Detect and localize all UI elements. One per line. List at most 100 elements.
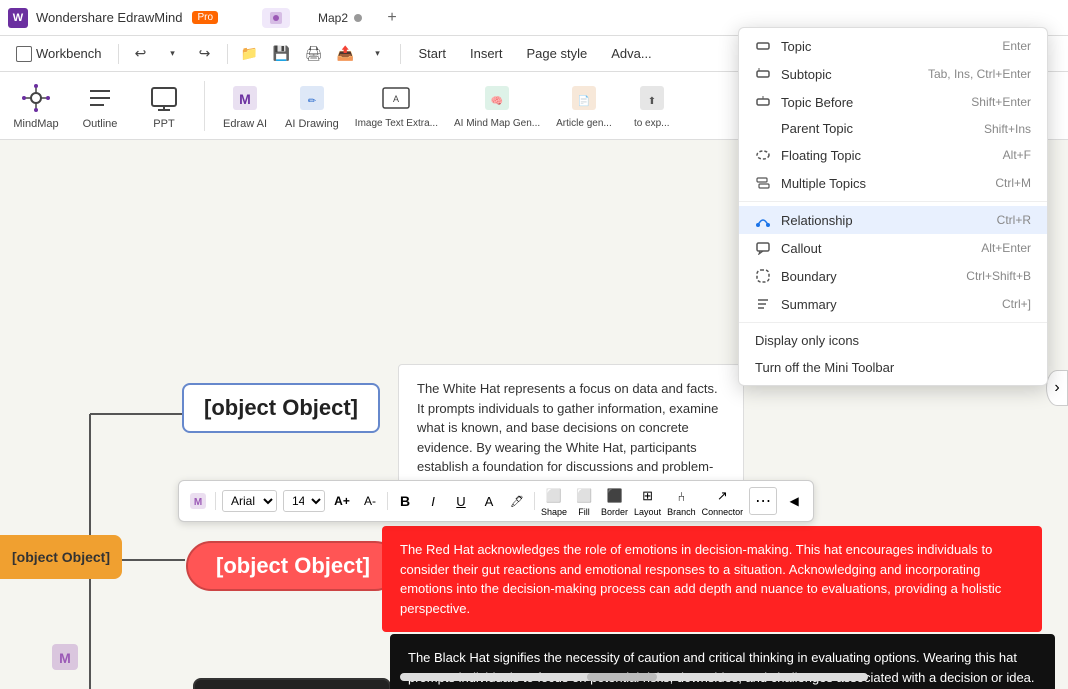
font-size-decrease-icon[interactable]: A- [359, 490, 381, 512]
relationship-label: Relationship [781, 213, 987, 228]
font-size-select[interactable]: 14 [283, 490, 325, 512]
red-hat-info-text: The Red Hat acknowledges the role of emo… [400, 542, 1001, 616]
save-button[interactable]: 💾 [268, 40, 296, 68]
black-hat-node[interactable]: [object Object] [193, 678, 391, 689]
shape-tool[interactable]: ⬜ Shape [541, 485, 567, 517]
connector-tool[interactable]: ↗ Connector [702, 485, 744, 517]
undo-button[interactable]: ↩ [127, 40, 155, 68]
print-preview-button[interactable]: 🖨 [300, 40, 328, 68]
collapse-mini-toolbar-button[interactable]: ◀ [783, 490, 805, 512]
generate-icon[interactable]: M [187, 490, 209, 512]
svg-text:🧠: 🧠 [491, 95, 503, 107]
edraw-ai-label: Edraw AI [223, 118, 267, 130]
ai-drawing-tool[interactable]: ✏ AI Drawing [285, 82, 339, 130]
article-gen-tool[interactable]: 📄 Article gen... [556, 82, 612, 129]
technique-node[interactable]: [object Object] [0, 535, 122, 579]
subtopic-shortcut: Tab, Ins, Ctrl+Enter [928, 67, 1031, 81]
mini-sep-2 [387, 492, 388, 510]
logo-letter: W [13, 12, 23, 24]
right-panel-expand-button[interactable]: › [1046, 370, 1068, 406]
page-style-menu-item[interactable]: Page style [517, 42, 598, 65]
svg-text:A: A [393, 94, 399, 104]
parent-topic-label: Parent Topic [781, 121, 974, 136]
display-only-icons-label: Display only icons [755, 333, 859, 348]
ai-drawing-icon: ✏ [296, 82, 328, 114]
more-options-button[interactable]: ⋯ [749, 487, 777, 515]
multiple-topics-menu-item[interactable]: Multiple Topics Ctrl+M [739, 169, 1047, 197]
callout-menu-item[interactable]: Callout Alt+Enter [739, 234, 1047, 262]
undo-dropdown-button[interactable]: ▾ [159, 40, 187, 68]
redo-button[interactable]: ↪ [191, 40, 219, 68]
start-menu-item[interactable]: Start [409, 42, 456, 65]
ppt-tool[interactable]: PPT [140, 82, 188, 130]
ai-drawing-label: AI Drawing [285, 118, 339, 130]
ai-mindmap-gen-tool[interactable]: 🧠 AI Mind Map Gen... [454, 82, 540, 129]
layout-tool[interactable]: ⊞ Layout [634, 485, 661, 517]
insert-menu-item[interactable]: Insert [460, 42, 513, 65]
folder-button[interactable]: 📁 [236, 40, 264, 68]
subtopic-icon [755, 66, 771, 82]
border-tool[interactable]: ⬛ Border [601, 485, 628, 517]
subtopic-menu-item[interactable]: Subtopic Tab, Ins, Ctrl+Enter [739, 60, 1047, 88]
turn-off-mini-toolbar-item[interactable]: Turn off the Mini Toolbar [739, 354, 1047, 381]
ppt-label: PPT [153, 118, 174, 130]
font-color-button[interactable]: A [478, 490, 500, 512]
red-hat-label: [object Object] [216, 553, 370, 578]
export-dropdown-button[interactable]: ▾ [364, 40, 392, 68]
map-tab-icon [262, 8, 290, 28]
font-family-select[interactable]: Arial [222, 490, 277, 512]
relationship-menu-item[interactable]: Relationship Ctrl+R [739, 206, 1047, 234]
chevron-right-icon: › [1054, 379, 1059, 397]
highlight-button[interactable]: 🖊 [506, 490, 528, 512]
boundary-menu-item[interactable]: Boundary Ctrl+Shift+B [739, 262, 1047, 290]
ai-mindmap-gen-icon: 🧠 [481, 82, 513, 114]
mindmap-tool[interactable]: MindMap [12, 82, 60, 130]
edraw-ai-tool[interactable]: M Edraw AI [221, 82, 269, 130]
floating-topic-label: Floating Topic [781, 148, 993, 163]
adva-menu-item[interactable]: Adva... [601, 42, 661, 65]
branch-tool[interactable]: ⑃ Branch [667, 485, 696, 517]
add-tab-button[interactable]: + [380, 6, 404, 30]
svg-text:📄: 📄 [578, 94, 590, 107]
topic-menu-item[interactable]: Topic Enter [739, 32, 1047, 60]
image-text-label: Image Text Extra... [355, 118, 438, 129]
white-hat-node[interactable]: [object Object] [182, 383, 380, 433]
bold-button[interactable]: B [394, 490, 416, 512]
export-label: to exp... [634, 118, 670, 129]
toolbar-separator-1 [204, 81, 205, 131]
export-tool[interactable]: ⬆ to exp... [628, 82, 676, 129]
scrollbar-thumb[interactable] [587, 673, 657, 681]
export-icon: ⬆ [636, 82, 668, 114]
svg-text:M: M [194, 497, 202, 508]
summary-menu-item[interactable]: Summary Ctrl+] [739, 290, 1047, 318]
fill-label: Fill [578, 507, 590, 517]
svg-text:✏: ✏ [308, 96, 317, 107]
ppt-icon [148, 82, 180, 114]
red-hat-node[interactable]: [object Object] [186, 541, 400, 591]
map2-tab[interactable]: Map2 [308, 7, 372, 29]
image-text-tool[interactable]: A Image Text Extra... [355, 82, 438, 129]
italic-button[interactable]: I [422, 490, 444, 512]
topic-icon [755, 38, 771, 54]
border-icon: ⬛ [604, 485, 626, 507]
underline-button[interactable]: U [450, 490, 472, 512]
floating-topic-menu-item[interactable]: Floating Topic Alt+F [739, 141, 1047, 169]
technique-label: [object Object] [12, 549, 110, 565]
fill-tool[interactable]: ⬜ Fill [573, 485, 595, 517]
boundary-label: Boundary [781, 269, 956, 284]
menu-divider-2 [739, 322, 1047, 323]
workbench-label: Workbench [36, 46, 102, 61]
topic-before-menu-item[interactable]: Topic Before Shift+Enter [739, 88, 1047, 116]
horizontal-scrollbar[interactable] [400, 673, 868, 681]
workbench-button[interactable]: Workbench [8, 42, 110, 66]
shape-icon: ⬜ [543, 485, 565, 507]
font-size-increase-icon[interactable]: A+ [331, 490, 353, 512]
mini-format-toolbar: M Arial 14 A+ A- B I U A 🖊 ⬜ Shape ⬜ Fil… [178, 480, 814, 522]
display-only-icons-item[interactable]: Display only icons [739, 327, 1047, 354]
export-button[interactable]: 📤 [332, 40, 360, 68]
relationship-icon [755, 212, 771, 228]
app-logo: W [8, 8, 28, 28]
subtopic-label: Subtopic [781, 67, 918, 82]
parent-topic-menu-item[interactable]: Parent Topic Shift+Ins [739, 116, 1047, 141]
outline-tool[interactable]: Outline [76, 82, 124, 130]
